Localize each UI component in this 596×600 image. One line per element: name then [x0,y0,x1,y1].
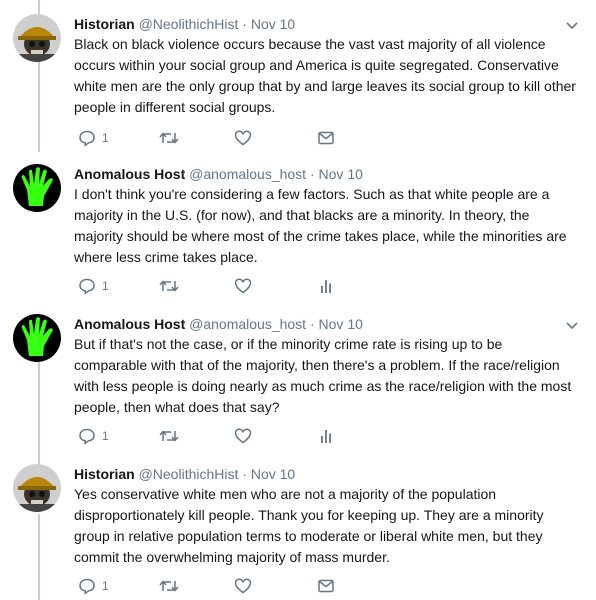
display-name[interactable]: Historian [74,466,135,482]
retweet-button[interactable] [159,576,179,596]
reply-count: 1 [102,131,109,145]
retweet-icon [159,132,179,144]
display-name[interactable]: Anomalous Host [74,316,185,332]
helmet-skull-avatar-icon [13,14,61,62]
like-button[interactable] [234,426,252,446]
chevron-down-icon[interactable] [565,18,579,32]
display-name[interactable]: Historian [74,16,135,32]
tweet-date[interactable]: Nov 10 [319,316,363,332]
separator-dot: · [242,466,247,482]
tweet-header: Historian @NeolithichHist · Nov 10 [74,14,295,34]
chevron-down-icon[interactable] [565,318,579,332]
analytics-icon [321,430,331,443]
tweet[interactable]: Anomalous Host @anomalous_host · Nov 10 … [0,164,596,304]
heart-icon [234,278,252,294]
heart-icon [234,578,252,594]
user-handle[interactable]: @NeolithichHist [139,466,239,482]
mail-icon [318,579,334,593]
separator-dot: · [309,166,315,182]
avatar[interactable] [13,314,61,362]
green-hand-avatar-icon [13,164,61,212]
direct-message-button[interactable] [317,576,335,596]
user-handle[interactable]: @NeolithichHist [139,16,239,32]
retweet-button[interactable] [159,128,179,148]
retweet-button[interactable] [159,276,179,296]
reply-icon [79,130,95,147]
tweet-actions: 1 [74,426,334,446]
like-button[interactable] [234,128,252,148]
analytics-icon [321,280,331,293]
reply-count: 1 [102,429,109,443]
avatar[interactable] [13,464,61,512]
tweet-date[interactable]: Nov 10 [251,16,295,32]
heart-icon [234,428,252,444]
like-button[interactable] [234,576,252,596]
reply-icon [79,278,95,295]
reply-button[interactable]: 1 [78,276,109,296]
separator-dot: · [242,16,247,32]
tweet-text: Black on black violence occurs because t… [74,36,576,115]
tweet-text: But if that's not the case, or if the mi… [74,336,572,415]
user-handle[interactable]: @anomalous_host [189,166,306,182]
reply-icon [79,428,95,445]
heart-icon [234,130,252,146]
tweet-header: Anomalous Host @anomalous_host · Nov 10 [74,314,363,334]
reply-button[interactable]: 1 [78,128,109,148]
tweet-header: Anomalous Host @anomalous_host · Nov 10 [74,164,363,184]
user-handle[interactable]: @anomalous_host [189,316,306,332]
tweet-actions: 1 [74,276,334,296]
reply-count: 1 [102,579,109,593]
tweet-text: Yes conservative white men who are not a… [74,486,544,565]
avatar[interactable] [13,14,61,62]
thread-line [38,0,40,14]
helmet-skull-avatar-icon [13,464,61,512]
retweet-icon [159,430,179,442]
tweet[interactable]: Historian @NeolithichHist · Nov 10 Yes c… [0,464,596,600]
tweet-date[interactable]: Nov 10 [251,466,295,482]
display-name[interactable]: Anomalous Host [74,166,185,182]
analytics-button[interactable] [317,426,335,446]
separator-dot: · [309,316,315,332]
reply-icon [79,578,95,595]
tweet[interactable]: Anomalous Host @anomalous_host · Nov 10 … [0,314,596,454]
like-button[interactable] [234,276,252,296]
mail-icon [318,131,334,145]
direct-message-button[interactable] [317,128,335,148]
retweet-button[interactable] [159,426,179,446]
tweet[interactable]: Historian @NeolithichHist · Nov 10 Black… [0,14,596,154]
reply-count: 1 [102,279,109,293]
tweet-header: Historian @NeolithichHist · Nov 10 [74,464,295,484]
retweet-icon [159,580,179,592]
avatar[interactable] [13,164,61,212]
reply-button[interactable]: 1 [78,426,109,446]
tweet-date[interactable]: Nov 10 [319,166,363,182]
green-hand-avatar-icon [13,314,61,362]
tweet-actions: 1 [74,128,334,148]
tweet-actions: 1 [74,576,334,596]
retweet-icon [159,280,179,292]
tweet-text: I don't think you're considering a few f… [74,186,567,265]
analytics-button[interactable] [317,276,335,296]
reply-button[interactable]: 1 [78,576,109,596]
